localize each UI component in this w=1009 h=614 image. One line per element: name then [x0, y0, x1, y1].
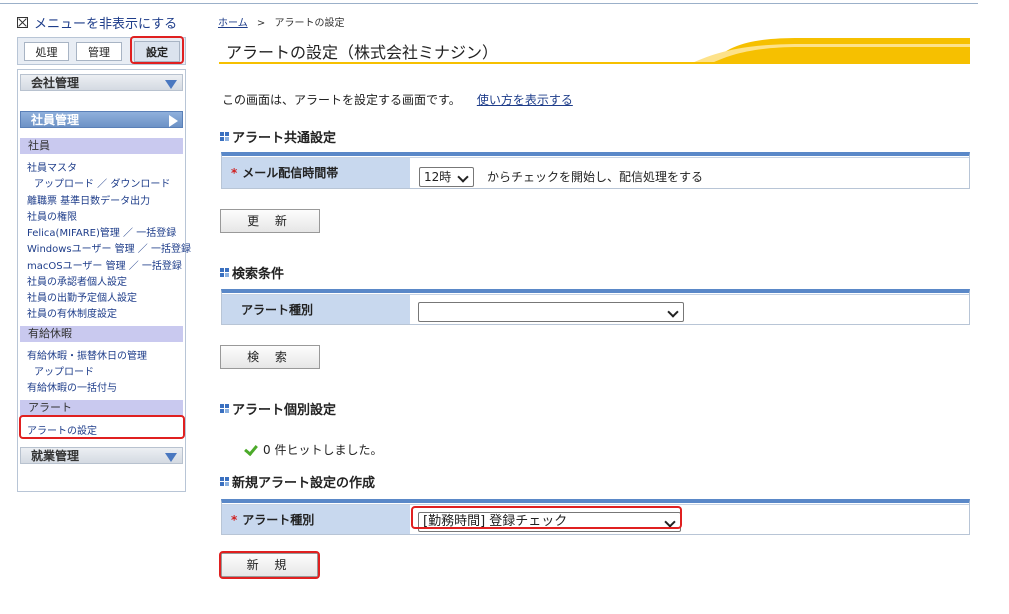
link-leave-system[interactable]: 社員の有休制度設定 — [27, 305, 117, 320]
update-button[interactable]: 更 新 — [220, 209, 320, 233]
link-felica-mgmt[interactable]: Felica(MIFARE)管理 ／ 一括登録 — [27, 224, 176, 239]
sidebar-menu: 会社管理 社員管理 社員 社員マスタ アップロード ／ ダウンロード 離職票 基… — [17, 69, 191, 492]
chevron-down-icon — [667, 306, 679, 318]
section-new-title: 新規アラート設定の作成 — [232, 476, 376, 491]
section-grid-icon — [220, 404, 229, 413]
group-alert: アラート — [20, 400, 183, 416]
mail-time-select[interactable]: 12時 — [419, 167, 474, 187]
employee-mgmt-label: 社員管理 — [31, 113, 80, 127]
hit-count-text: 0 件ヒットしました。 — [263, 443, 383, 457]
mail-time-value: 12時 — [424, 170, 452, 184]
link-leave-mgmt[interactable]: 有給休暇・振替休日の管理 — [27, 347, 147, 362]
new-alert-type-select[interactable]: [勤務時間] 登録チェック — [418, 512, 681, 532]
breadcrumb-separator: > — [256, 18, 266, 29]
required-mark: * — [231, 513, 238, 527]
chevron-down-icon — [664, 516, 676, 528]
work-mgmt-header[interactable]: 就業管理 — [20, 447, 183, 464]
section-individual-heading: アラート個別設定 — [220, 399, 336, 418]
company-mgmt-label: 会社管理 — [31, 76, 80, 90]
work-mgmt-label: 就業管理 — [31, 449, 80, 463]
breadcrumb-home[interactable]: ホーム — [218, 18, 248, 29]
help-link[interactable]: 使い方を表示する — [477, 93, 573, 107]
page-title: アラートの設定（株式会社ミナジン） — [226, 43, 499, 62]
link-alert-settings[interactable]: アラートの設定 — [27, 422, 97, 437]
hit-count: 0 件ヒットしました。 — [244, 441, 382, 458]
close-box-icon — [17, 16, 28, 28]
breadcrumb-current: アラートの設定 — [274, 18, 345, 29]
chevron-down-icon — [457, 171, 469, 183]
menu-tabbar: 処理 管理 設定 — [17, 37, 186, 65]
intro-text: この画面は、アラートを設定する画面です。 使い方を表示する — [222, 91, 573, 108]
intro-description: この画面は、アラートを設定する画面です。 — [222, 93, 461, 107]
collapse-arrow-icon — [169, 115, 178, 127]
search-table: アラート種別 — [221, 289, 970, 325]
title-underline — [219, 62, 970, 64]
new-alert-type-text: アラート種別 — [242, 513, 315, 527]
link-separation-data[interactable]: 離職票 基準日数データ出力 — [27, 192, 150, 207]
link-employee-master[interactable]: 社員マスタ — [27, 159, 77, 174]
expand-arrow-icon — [165, 453, 177, 462]
breadcrumb: ホーム > アラートの設定 — [218, 14, 344, 29]
section-grid-icon — [220, 132, 229, 141]
link-approver-setting[interactable]: 社員の承認者個人設定 — [27, 273, 127, 288]
section-common-heading: アラート共通設定 — [220, 127, 336, 146]
top-divider — [0, 3, 978, 4]
check-icon — [244, 443, 257, 456]
new-alert-type-label: * アラート種別 — [222, 505, 410, 534]
section-grid-icon — [220, 268, 229, 277]
section-individual-title: アラート個別設定 — [232, 403, 337, 418]
search-alert-type-label: アラート種別 — [222, 295, 410, 324]
search-button[interactable]: 検 索 — [220, 345, 320, 369]
group-employee: 社員 — [20, 138, 183, 154]
section-common-title: アラート共通設定 — [232, 131, 337, 146]
hide-menu-toggle[interactable]: メニューを非表示にする — [17, 13, 187, 32]
tab-management[interactable]: 管理 — [76, 42, 122, 61]
mail-time-text: メール配信時間帯 — [242, 166, 339, 180]
mail-time-label: * メール配信時間帯 — [222, 158, 410, 188]
tab-settings[interactable]: 設定 — [134, 41, 180, 62]
hide-menu-label: メニューを非表示にする — [34, 16, 178, 32]
link-attendance-plan[interactable]: 社員の出勤予定個人設定 — [27, 289, 137, 304]
expand-arrow-icon — [165, 80, 177, 89]
group-paid-leave: 有給休暇 — [20, 326, 183, 342]
link-leave-bulk-grant[interactable]: 有給休暇の一括付与 — [27, 379, 117, 394]
new-setting-table: * アラート種別 [勤務時間] 登録チェック — [221, 499, 970, 535]
link-windows-user-mgmt[interactable]: Windowsユーザー 管理 ／ 一括登録 — [27, 240, 191, 255]
employee-mgmt-header[interactable]: 社員管理 — [20, 111, 183, 128]
link-employee-permissions[interactable]: 社員の権限 — [27, 208, 77, 223]
title-bar: アラートの設定（株式会社ミナジン） — [219, 38, 970, 64]
new-alert-type-value: [勤務時間] 登録チェック — [423, 514, 568, 529]
required-mark: * — [231, 166, 238, 180]
link-upload-download[interactable]: アップロード ／ ダウンロード — [34, 175, 170, 190]
search-alert-type-select[interactable] — [418, 302, 684, 322]
company-mgmt-header[interactable]: 会社管理 — [20, 74, 183, 91]
link-leave-upload[interactable]: アップロード — [34, 363, 94, 378]
section-new-heading: 新規アラート設定の作成 — [220, 472, 375, 491]
section-grid-icon — [220, 477, 229, 486]
mail-time-suffix: からチェックを開始し、配信処理をする — [487, 170, 704, 184]
link-macos-user-mgmt[interactable]: macOSユーザー 管理 ／ 一括登録 — [27, 257, 182, 272]
tab-processing[interactable]: 処理 — [24, 42, 69, 61]
common-settings-table: * メール配信時間帯 12時 からチェックを開始し、配信処理をする — [221, 152, 970, 189]
new-button[interactable]: 新 規 — [221, 553, 318, 577]
section-search-heading: 検索条件 — [220, 263, 284, 282]
title-swoosh-decoration — [690, 38, 970, 64]
section-search-title: 検索条件 — [232, 267, 285, 282]
